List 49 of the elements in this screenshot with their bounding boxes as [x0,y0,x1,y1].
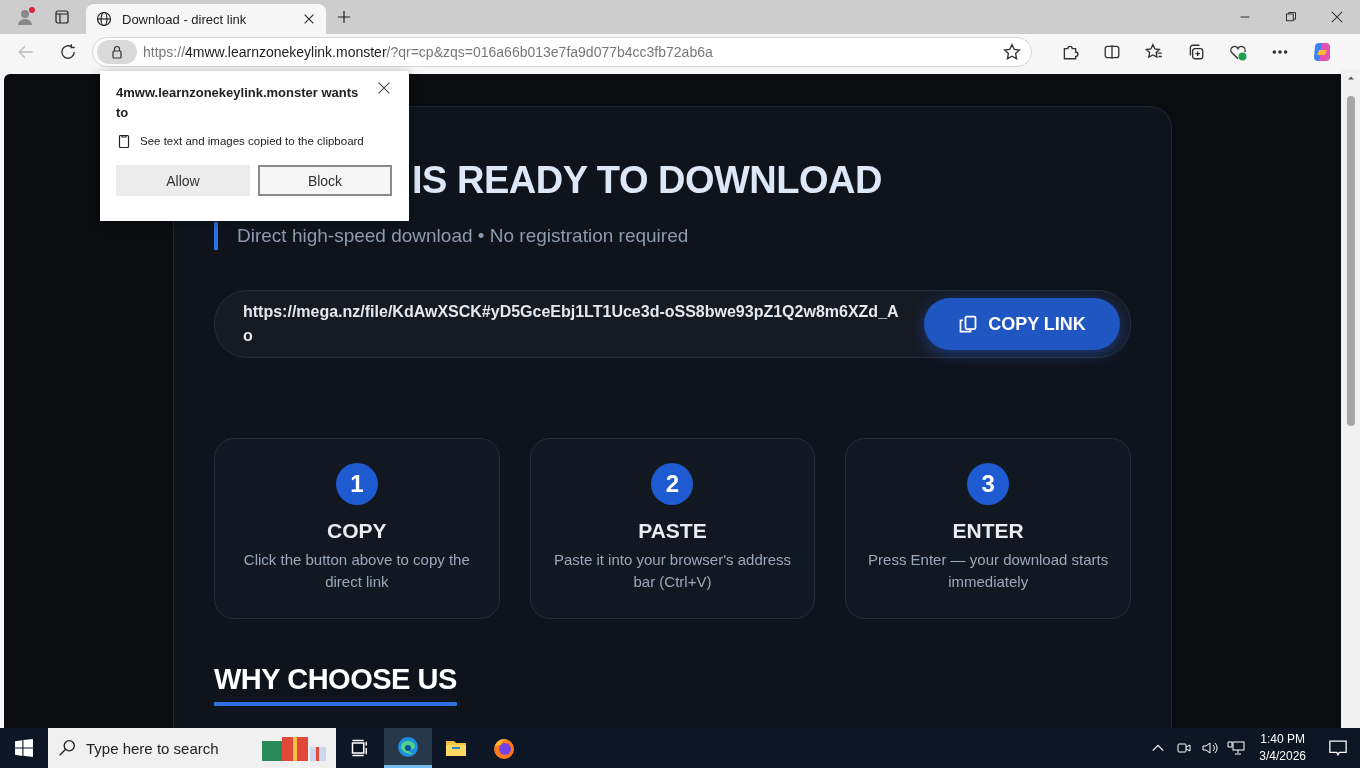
firefox-icon[interactable] [492,736,516,760]
favorites-icon[interactable] [1145,43,1163,61]
collections-icon[interactable] [1187,43,1205,61]
taskbar-clock[interactable]: 1:40 PM 3/4/2026 [1249,731,1316,765]
step-title: ENTER [952,519,1024,543]
close-icon[interactable] [1330,10,1344,24]
step-description: Press Enter — your download starts immediately [867,550,1110,592]
task-view-icon[interactable] [350,738,370,758]
taskbar-search[interactable]: Type here to search [48,728,336,768]
star-icon[interactable] [1003,43,1021,61]
close-icon[interactable] [377,81,391,95]
step-title: COPY [327,519,387,543]
volume-icon[interactable] [1201,740,1220,756]
split-screen-icon[interactable] [1103,43,1121,61]
step-number: 2 [651,463,694,505]
browser-icon[interactable] [396,734,420,759]
restore-icon[interactable] [1285,11,1297,23]
popup-title: 4mww.learnzonekeylink.monster wants to [116,84,360,122]
link-field[interactable]: https://mega.nz/file/KdAwXSCK#yD5GceEbj1LT1Uce3d-oSS8bwe93pZ1Q2w8m6XZd_Ao COPY LINK [214,290,1131,358]
scrollbar-thumb[interactable] [1346,96,1355,426]
page-heading: IS READY TO DOWNLOAD [412,159,883,202]
camera-icon[interactable] [1176,740,1193,756]
refresh-icon[interactable] [59,43,77,61]
copy-link-button[interactable]: COPY LINK [924,298,1120,350]
step-description: Paste it into your browser's address bar (Ctrl+V) [552,550,793,592]
copy-icon [958,314,979,334]
clipboard-icon [116,133,132,149]
start-icon[interactable] [15,739,33,757]
permission-text: See text and images copied to the clipboard [140,135,364,147]
section-title: WHY CHOOSE US [214,663,457,706]
profile-icon[interactable] [15,6,37,28]
search-icon [58,739,76,757]
address-bar[interactable]: https://4mww.learnzonekeylink.monster/?qr=cp&zqs=016a66b013e7fa9d077b4cc3fb72ab6a [92,37,1032,67]
step-description: Click the button above to copy the direct link [242,550,471,592]
notification-icon[interactable] [1328,738,1348,758]
globe-icon [96,11,112,27]
scroll-up-icon[interactable] [1346,74,1355,82]
close-icon[interactable] [302,12,316,26]
step-number: 3 [967,463,1010,505]
network-icon[interactable] [1227,740,1246,756]
puzzle-icon[interactable] [1061,43,1079,61]
popup-button[interactable]: Block [258,165,392,196]
popup-button[interactable]: Allow [116,165,250,196]
step-number: 1 [335,463,378,505]
tab-actions-icon[interactable] [54,9,70,25]
lock-icon[interactable] [109,44,125,60]
browser-tab[interactable]: Download - direct link [86,4,326,34]
step-title: PASTE [638,519,707,543]
new-tab-icon[interactable] [336,9,352,25]
